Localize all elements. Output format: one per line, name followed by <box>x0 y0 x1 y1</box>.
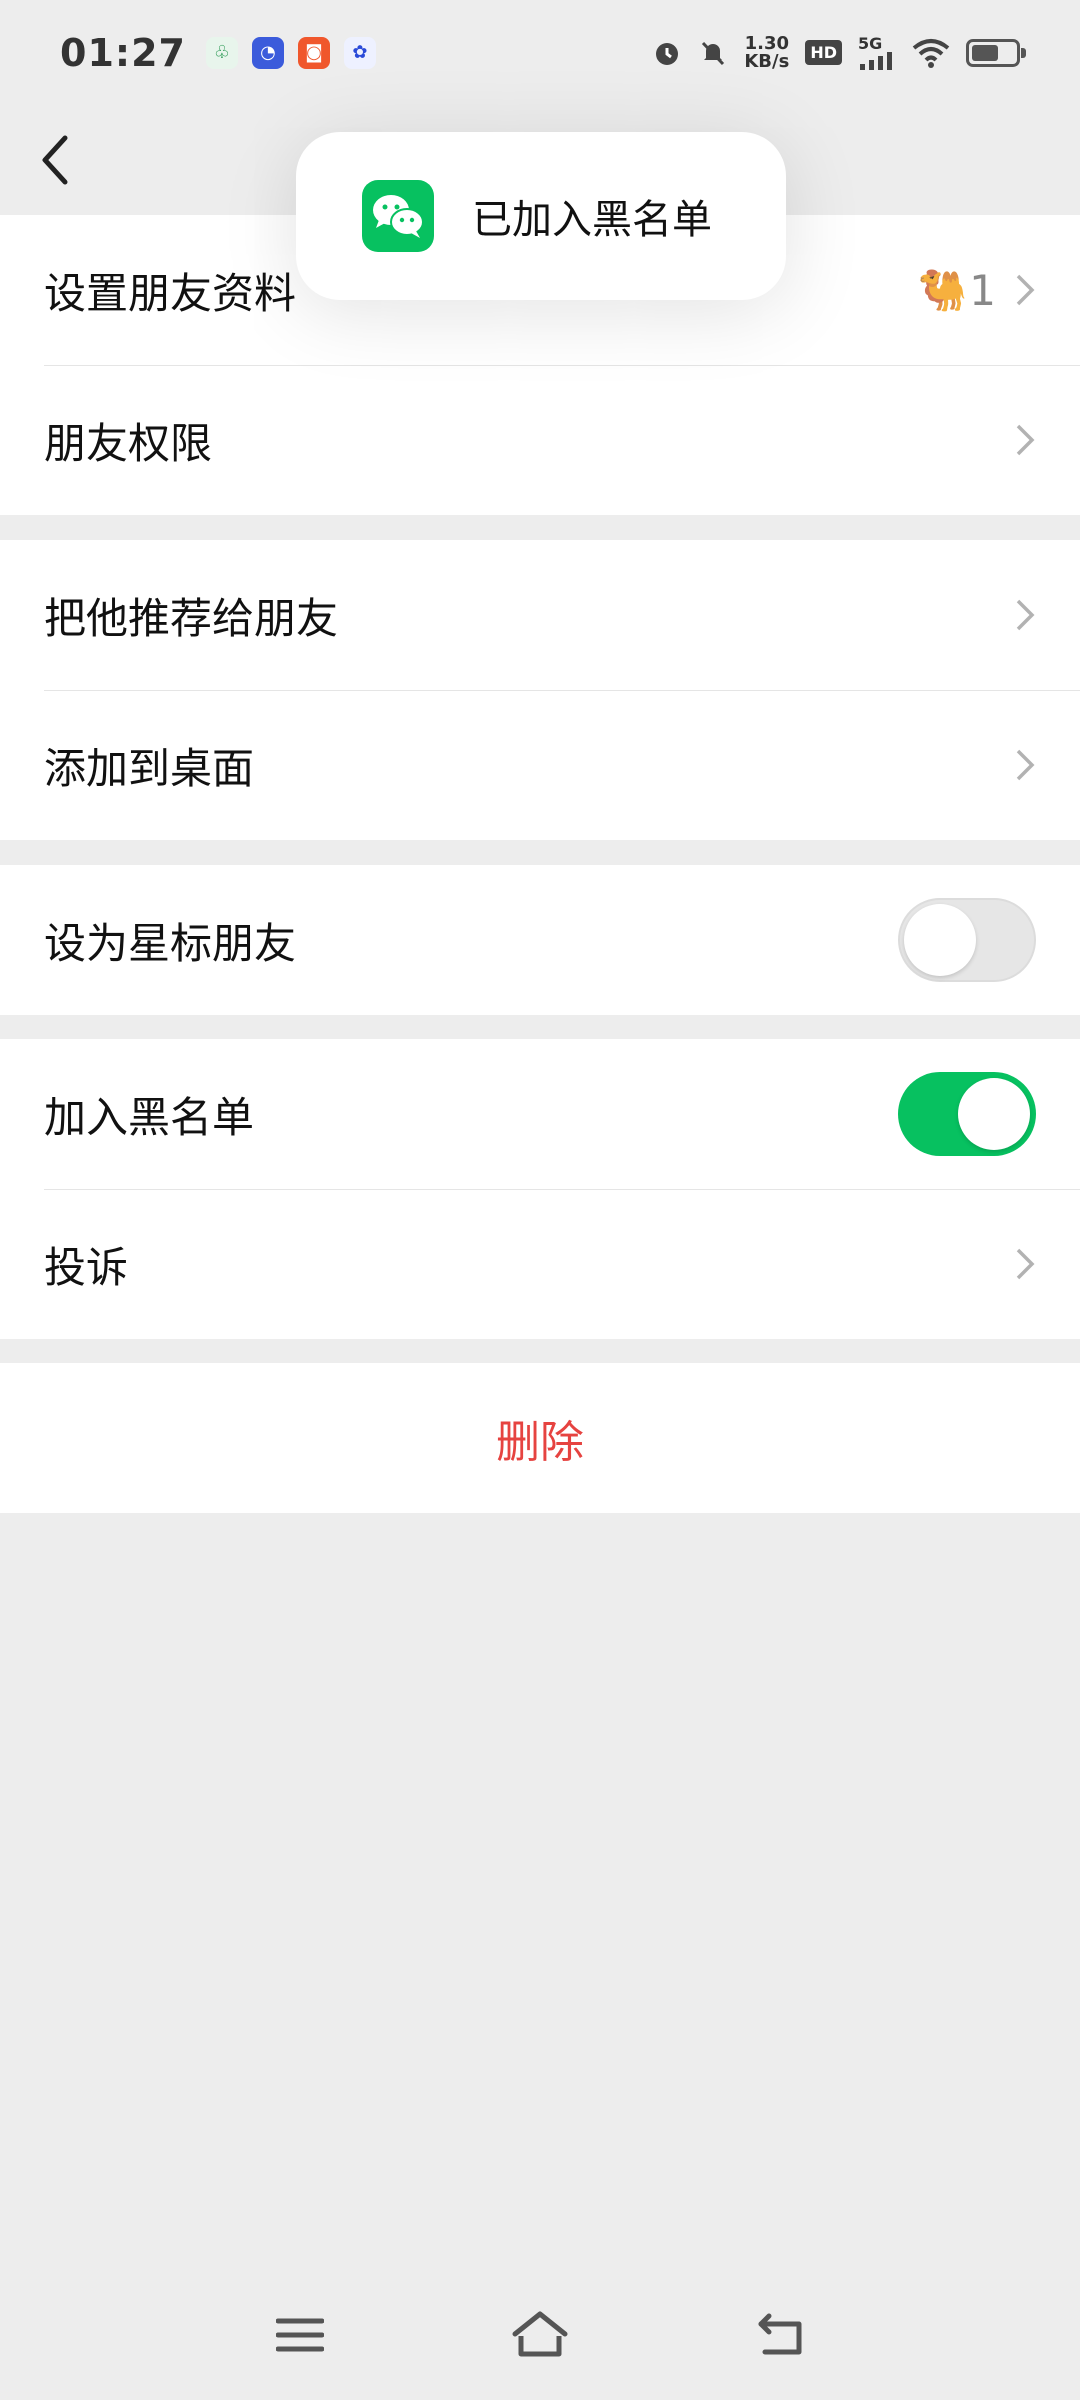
menu-button[interactable] <box>265 2300 335 2370</box>
row-label: 设为星标朋友 <box>44 918 297 968</box>
delete-label: 删除 <box>496 1417 584 1468</box>
status-bar: 01:27 ♧ ◔ ◙ ✿ 1.30 KB/s HD 5G <box>0 0 1080 105</box>
chevron-right-icon <box>1016 1248 1035 1280</box>
chevron-right-icon <box>1016 599 1035 631</box>
wifi-icon <box>912 38 950 68</box>
row-label: 添加到桌面 <box>44 743 255 793</box>
row-label: 加入黑名单 <box>44 1092 255 1142</box>
delete-button[interactable]: 删除 <box>0 1363 1080 1513</box>
row-label: 把他推荐给朋友 <box>44 593 339 643</box>
row-value: 🐫 1 <box>917 266 996 315</box>
wechat-icon <box>362 180 434 252</box>
cellular-signal: 5G <box>858 33 896 70</box>
row-value-text: 1 <box>969 265 996 315</box>
chevron-right-icon <box>1016 274 1035 306</box>
alarm-icon <box>656 42 679 65</box>
hd-badge: HD <box>805 40 842 65</box>
network-type: 5G <box>858 33 883 53</box>
row-label: 投诉 <box>44 1242 129 1292</box>
back-icon <box>758 2313 802 2355</box>
signal-bars-icon <box>860 51 892 70</box>
toast-text: 已加入黑名单 <box>472 197 712 243</box>
settings-group-share: 把他推荐给朋友 添加到桌面 <box>0 540 1080 840</box>
camel-emoji: 🐫 <box>917 267 968 314</box>
speed-value: 1.30 <box>744 32 790 54</box>
row-star-friend: 设为星标朋友 <box>0 865 1080 1015</box>
row-friend-permissions[interactable]: 朋友权限 <box>0 365 1080 515</box>
network-speed: 1.30 KB/s <box>744 32 790 72</box>
status-time: 01:27 <box>60 30 186 75</box>
home-button[interactable] <box>505 2300 575 2370</box>
speed-unit: KB/s <box>744 50 790 72</box>
status-right: 1.30 KB/s HD 5G <box>652 32 1026 72</box>
row-add-to-desktop[interactable]: 添加到桌面 <box>0 690 1080 840</box>
row-complaint[interactable]: 投诉 <box>0 1189 1080 1339</box>
back-button[interactable] <box>0 105 110 215</box>
settings-group-block: 加入黑名单 投诉 <box>0 1039 1080 1339</box>
mute-icon <box>702 41 725 65</box>
settings-group-delete: 删除 <box>0 1363 1080 1513</box>
battery-icon <box>966 38 1026 67</box>
app-icon-1: ♧ <box>205 36 238 69</box>
home-icon <box>512 2311 568 2357</box>
app-icon-3: ◙ <box>297 36 330 69</box>
row-label: 朋友权限 <box>44 418 213 468</box>
back-nav-button[interactable] <box>745 2300 815 2370</box>
chevron-left-icon <box>42 135 68 185</box>
menu-icon <box>276 2318 324 2352</box>
qq-icon: ◔ <box>251 36 284 69</box>
baidu-icon: ✿ <box>343 36 376 69</box>
blacklist-toggle[interactable] <box>898 1072 1036 1156</box>
settings-group-star: 设为星标朋友 <box>0 865 1080 1015</box>
toast: 已加入黑名单 <box>296 132 786 300</box>
row-label: 设置朋友资料 <box>44 268 297 318</box>
row-recommend-to-friend[interactable]: 把他推荐给朋友 <box>0 540 1080 690</box>
system-nav <box>0 2280 1080 2390</box>
chevron-right-icon <box>1016 424 1035 456</box>
row-blacklist: 加入黑名单 <box>0 1039 1080 1189</box>
chevron-right-icon <box>1016 749 1035 781</box>
star-friend-toggle[interactable] <box>898 898 1036 982</box>
notification-icons: ♧ ◔ ◙ ✿ <box>205 36 376 69</box>
